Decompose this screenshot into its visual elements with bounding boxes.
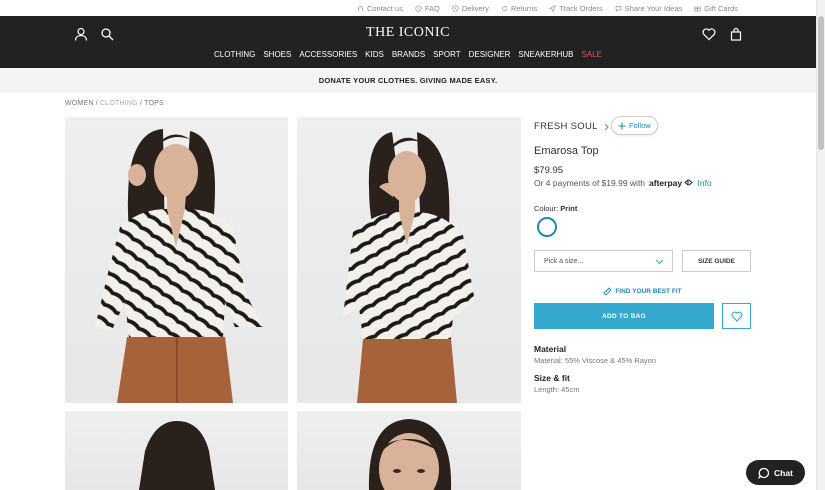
main-nav: CLOTHING SHOES ACCESSORIES KIDS BRANDS S… [0, 50, 816, 59]
idea-icon [615, 5, 621, 12]
nav-kids[interactable]: KIDS [365, 50, 384, 59]
product-price: $79.95 [534, 165, 564, 176]
find-best-fit-link[interactable]: FIND YOUR BEST FIT [534, 287, 751, 296]
utility-faq[interactable]: ? FAQ [415, 4, 440, 13]
utility-returns[interactable]: Returns [501, 4, 537, 13]
product-image-front[interactable] [65, 117, 288, 403]
breadcrumb-women[interactable]: WOMEN [65, 100, 94, 107]
product-title: Emarosa Top [534, 145, 599, 157]
plus-icon [618, 122, 626, 129]
wishlist-icon[interactable] [702, 27, 716, 41]
model-front-figure [95, 129, 263, 403]
add-to-wishlist-button[interactable] [722, 303, 751, 329]
nav-shoes[interactable]: SHOES [263, 50, 291, 59]
size-fit-text: Length: 45cm [534, 385, 580, 394]
colour-value: Print [560, 204, 578, 213]
product-image-back[interactable] [65, 411, 288, 490]
utility-share-label: Share Your Ideas [624, 3, 683, 13]
utility-track-orders[interactable]: Track Orders [549, 3, 603, 13]
site-logo[interactable]: THE ICONIC [0, 25, 816, 41]
heart-icon [731, 311, 742, 322]
model-closeup-figure [368, 419, 452, 490]
utility-returns-label: Returns [510, 3, 538, 13]
size-select-placeholder: Pick a size... [544, 257, 584, 265]
headset-icon [358, 5, 363, 11]
payments-text: Or 4 payments of $19.99 with [534, 178, 646, 188]
chat-label: Chat [774, 467, 793, 478]
follow-label: Follow [629, 121, 651, 130]
promo-banner[interactable]: DONATE YOUR CLOTHES. GIVING MADE EASY. [0, 68, 816, 93]
colour-label-text: Colour: [534, 204, 559, 213]
chat-button[interactable]: Chat [746, 460, 805, 485]
colour-swatch-print[interactable] [537, 217, 557, 237]
add-to-bag-button[interactable]: ADD TO BAG [534, 303, 714, 329]
scrollbar-thumb[interactable] [818, 16, 824, 150]
bag-icon[interactable] [729, 27, 743, 41]
nav-brands[interactable]: BRANDS [392, 50, 425, 59]
nav-sale[interactable]: SALE [582, 50, 602, 59]
afterpay-wordmark: afterpay [649, 178, 683, 188]
site-header: THE ICONIC CLOTHING SHOES ACCESSORIES KI… [0, 16, 816, 68]
nav-accessories[interactable]: ACCESSORIES [299, 50, 357, 59]
size-fit-heading: Size & fit [534, 373, 570, 383]
page-scrollbar[interactable] [816, 0, 825, 490]
clock-icon [452, 4, 459, 12]
model-side-figure [343, 132, 475, 403]
nav-clothing[interactable]: CLOTHING [214, 50, 255, 59]
utility-delivery-label: Delivery [461, 3, 489, 13]
follow-button[interactable]: Follow [611, 116, 658, 135]
send-icon [549, 4, 557, 12]
utility-bar: Contact us ? FAQ Delivery Returns Track … [0, 0, 816, 16]
utility-gift-cards[interactable]: Gift Cards [694, 4, 738, 13]
brand-name: FRESH SOUL [534, 121, 598, 132]
find-best-fit-label: FIND YOUR BEST FIT [615, 288, 682, 295]
afterpay-payments: Or 4 payments of $19.99 with afterpay In… [534, 178, 712, 188]
utility-gift-label: Gift Cards [704, 3, 738, 13]
material-heading: Material [534, 344, 567, 354]
nav-designer[interactable]: DESIGNER [469, 50, 511, 59]
chat-bubble-icon [758, 467, 770, 479]
utility-faq-label: FAQ [424, 3, 440, 13]
ruler-icon [603, 287, 612, 296]
nav-sport[interactable]: SPORT [433, 50, 460, 59]
afterpay-info-link[interactable]: Info [697, 178, 711, 188]
size-select[interactable]: Pick a size... [534, 250, 673, 272]
utility-track-label: Track Orders [559, 3, 603, 13]
chevron-right-icon [604, 123, 609, 130]
utility-share-ideas[interactable]: Share Your Ideas [615, 3, 683, 13]
promo-banner-text: DONATE YOUR CLOTHES. GIVING MADE EASY. [318, 76, 498, 85]
breadcrumb-tops[interactable]: TOPS [144, 100, 164, 107]
chevron-down-icon [655, 259, 664, 265]
product-image-closeup[interactable] [297, 411, 521, 490]
breadcrumb-clothing[interactable]: CLOTHING [100, 100, 138, 107]
brand-link[interactable]: FRESH SOUL [534, 121, 610, 132]
afterpay-logo: afterpay [649, 178, 694, 188]
afterpay-arrows-icon [684, 178, 694, 187]
breadcrumb: WOMEN / CLOTHING / TOPS [65, 100, 164, 107]
product-image-side[interactable] [297, 117, 521, 403]
nav-sneakerhub[interactable]: SNEAKERHUB [518, 50, 573, 59]
colour-label: Colour: Print [534, 204, 577, 213]
help-icon: ? [415, 4, 422, 12]
utility-contact-label: Contact us [366, 3, 403, 13]
gift-icon [694, 6, 701, 11]
return-icon [502, 5, 507, 11]
size-guide-button[interactable]: SIZE GUIDE [682, 250, 751, 272]
model-back-figure [139, 421, 215, 490]
svg-text:?: ? [417, 6, 420, 11]
material-text: Material: 55% Viscose & 45% Rayon [534, 356, 657, 365]
utility-contact[interactable]: Contact us [357, 4, 403, 13]
utility-delivery[interactable]: Delivery [452, 4, 489, 13]
